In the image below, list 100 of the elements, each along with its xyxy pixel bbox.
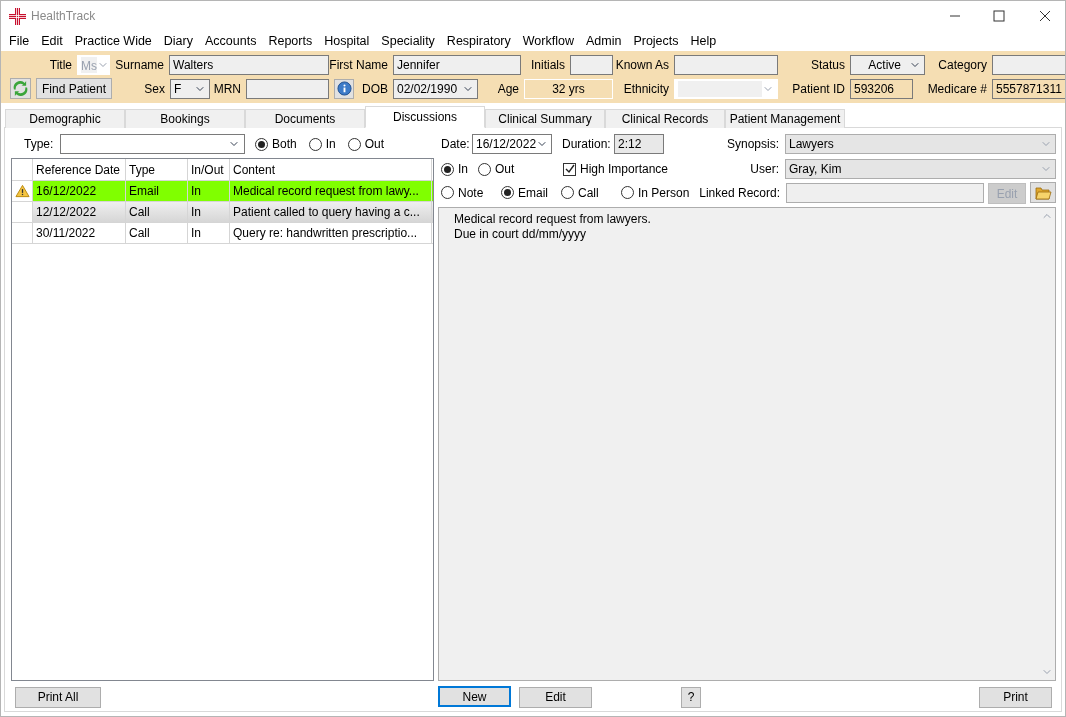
refresh-button[interactable] [10,78,31,99]
column-header[interactable]: In/Out [188,159,230,180]
table-cell: Call [126,202,188,222]
menu-item[interactable]: Hospital [318,31,376,51]
info-button[interactable] [334,78,354,99]
notes-area[interactable]: Medical record request from lawyers. Due in court dd/mm/yyyy [438,207,1056,681]
synopsis-label: Synopsis: [726,136,779,153]
input-field[interactable] [992,55,1065,75]
radio-button[interactable]: In [308,135,336,153]
table-cell: 12/12/2022 [33,202,126,222]
input-field[interactable]: Jennifer [393,55,521,75]
input-field[interactable] [570,55,613,75]
radio-button[interactable]: In [441,160,468,178]
field-label: Patient ID [792,80,845,98]
menu-item[interactable]: File [3,31,36,51]
table-cell: 30/11/2022 [33,223,126,243]
tab[interactable]: Clinical Summary [485,109,605,128]
menu-item[interactable]: Edit [35,31,69,51]
menu-item[interactable]: Workflow [516,31,580,51]
maximize-icon[interactable] [993,10,1005,22]
warning-icon [14,184,30,198]
button[interactable]: Print All [15,686,101,708]
field-label: Initials [531,57,565,74]
field-label: Status [810,57,845,74]
table-cell: In [188,223,230,243]
table-cell: 16/12/2022 [33,181,126,201]
menu-item[interactable]: Speciality [375,31,441,51]
table-row[interactable]: 30/11/2022 Call In Query re: handwritten prescriptio... [12,223,433,244]
table-row[interactable]: 16/12/2022 Email In Medical record request from lawy... [12,181,433,202]
tab[interactable]: Patient Management [725,109,845,128]
date-label: Date: [441,136,471,153]
input-field[interactable] [674,55,778,75]
window-title: HealthTrack [31,8,96,25]
tab[interactable]: Demographic [5,109,125,128]
readonly-field: 5557871311 [992,78,1065,99]
high-importance-checkbox[interactable]: High Importance [563,160,669,178]
table-cell: Email [126,181,188,201]
table-cell: Call [126,223,188,243]
field-label: DOB [362,80,388,98]
table-cell: Patient called to query having a c... [230,202,432,222]
tab[interactable]: Bookings [125,109,245,128]
button[interactable]: Print [979,686,1052,708]
field-label: Known As [615,57,669,74]
date-picker[interactable]: 02/02/1990 [393,78,478,99]
note-text: Due in court dd/mm/yyyy [454,227,588,242]
column-header[interactable]: Type [126,159,188,180]
column-header[interactable]: Reference Date [33,159,126,180]
date-picker[interactable]: 16/12/2022 [472,134,552,154]
close-icon[interactable] [1039,10,1051,22]
field-label: Title [49,57,72,74]
synopsis-dropdown[interactable]: Lawyers [785,134,1056,154]
user-dropdown[interactable]: Gray, Kim [785,159,1056,179]
column-header[interactable]: Content [230,159,432,180]
menu-item[interactable]: Reports [262,31,319,51]
checkmark-icon [564,164,575,174]
table-row[interactable]: 12/12/2022 Call In Patient called to query having a c... [12,202,433,223]
field-label: Medicare # [927,80,987,98]
field-label: Surname [115,57,164,74]
radio-button[interactable]: Out [347,135,385,153]
dropdown[interactable]: F [170,78,210,99]
menu-item[interactable]: Accounts [199,31,263,51]
readonly-field: 593206 [850,78,913,99]
linked-record-field[interactable] [786,182,984,203]
field-label: MRN [213,80,241,98]
folder-icon [1034,185,1052,200]
dropdown[interactable]: Active [850,55,925,75]
radio-button[interactable]: Note [441,183,501,202]
field-label: Category [938,57,987,74]
duration-field: 2:12 [614,134,664,154]
menu-item[interactable]: Help [684,31,723,51]
radio-button[interactable]: Out [478,160,515,178]
tab[interactable]: Clinical Records [605,109,725,128]
input-field[interactable]: Walters [169,55,329,75]
button[interactable]: ? [681,686,701,708]
readonly-field: 32 yrs [524,78,613,99]
table-cell: Medical record request from lawy... [230,181,432,201]
tab[interactable]: Documents [245,109,365,128]
radio-button[interactable]: Email [501,183,561,202]
type-dropdown[interactable] [60,134,245,154]
field-label: Age [497,80,519,98]
menu-item[interactable]: Diary [157,31,199,51]
refresh-icon [13,81,28,96]
table-cell: Query re: handwritten prescriptio... [230,223,432,243]
tab[interactable]: Discussions [365,106,485,128]
radio-button[interactable]: Call [561,183,621,202]
menu-item[interactable]: Admin [579,31,628,51]
find-patient-button[interactable]: Find Patient [36,78,112,99]
menu-item[interactable]: Respiratory [440,31,517,51]
app-logo-icon [9,7,26,25]
button[interactable]: Edit [519,686,592,708]
folder-button[interactable] [1030,182,1056,203]
input-field[interactable] [246,78,329,99]
menu-item[interactable]: Practice Wide [68,31,158,51]
radio-button[interactable]: In Person [621,183,690,202]
user-label: User: [750,161,779,178]
linked-record-label: Linked Record: [699,184,780,202]
field-label: Sex [144,80,165,98]
button[interactable]: New [438,686,511,707]
menu-item[interactable]: Projects [627,31,685,51]
radio-button[interactable]: Both [255,135,297,153]
